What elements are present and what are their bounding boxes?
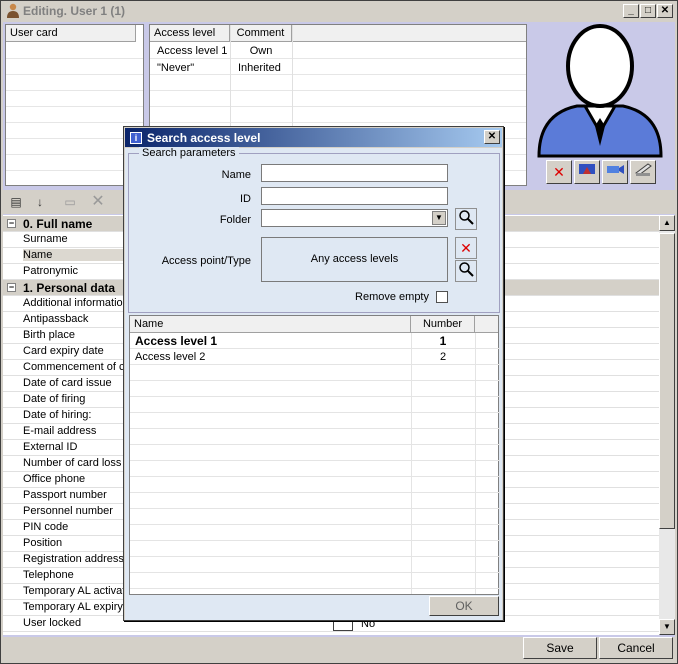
dialog-body: Search parameters Name ID Folder ▼ Acces…: [125, 147, 502, 620]
chevron-down-icon[interactable]: ▼: [432, 211, 446, 225]
name-input[interactable]: [261, 164, 448, 182]
dialog-title: Search access level: [147, 131, 261, 145]
id-label: ID: [240, 193, 251, 205]
number-column-header[interactable]: Number: [411, 316, 475, 333]
result-name: Access level 2: [135, 351, 206, 363]
camera-icon[interactable]: [602, 160, 628, 184]
search-access-level-dialog: i Search access level ✕ Search parameter…: [123, 126, 504, 621]
result-number: 1: [439, 334, 447, 348]
property-label: Position: [23, 537, 63, 549]
results-table: Name Number Access level 1 1 Access leve…: [129, 315, 500, 595]
access-level-column-header[interactable]: Access level: [150, 25, 230, 42]
vertical-scrollbar[interactable]: ▲ ▼: [659, 215, 675, 635]
property-label: Registration address: [23, 553, 123, 565]
property-label: Temporary AL activation: [23, 585, 123, 597]
property-label: PIN code: [23, 521, 69, 533]
access-level-cell[interactable]: "Never": [157, 62, 194, 74]
property-label: Personnel number: [23, 505, 113, 517]
property-label: Date of hiring:: [23, 409, 92, 421]
table-row[interactable]: Access level 2 2: [130, 349, 500, 365]
collapse-icon[interactable]: −: [7, 283, 16, 292]
property-label: E-mail address: [23, 425, 97, 437]
sort-az-icon[interactable]: ↓: [29, 192, 51, 212]
comment-cell: Own: [249, 45, 273, 57]
property-label: Commencement of card: [23, 361, 123, 373]
property-label: User locked: [23, 617, 82, 629]
scroll-thumb[interactable]: [659, 233, 675, 529]
comment-cell: Inherited: [238, 62, 281, 74]
load-photo-icon[interactable]: [574, 160, 600, 184]
property-label: Card expiry date: [23, 345, 104, 357]
bottom-bar: Save Cancel: [3, 637, 675, 661]
access-point-search-icon[interactable]: [455, 260, 477, 282]
property-label: Patronymic: [23, 265, 79, 277]
dialog-close-button[interactable]: ✕: [484, 130, 500, 144]
title-bar: Editing. User 1 (1) _ □ ✕: [1, 1, 677, 21]
ok-button[interactable]: OK: [429, 596, 499, 616]
close-button[interactable]: ✕: [657, 4, 673, 18]
delete-photo-icon[interactable]: ✕: [546, 160, 572, 184]
property-label: Additional information: [23, 297, 123, 309]
id-input[interactable]: [261, 187, 448, 205]
collapse-icon[interactable]: −: [7, 219, 16, 228]
access-level-cell[interactable]: Access level 1: [157, 45, 227, 57]
categorized-view-icon[interactable]: ▤: [5, 192, 27, 212]
scroll-up-icon[interactable]: ▲: [659, 215, 675, 231]
name-label: Name: [221, 169, 251, 181]
property-label: Number of card loss: [23, 457, 122, 469]
result-name: Access level 1: [135, 334, 218, 348]
properties-icon[interactable]: ▭: [59, 192, 81, 212]
search-parameters-legend: Search parameters: [139, 147, 239, 159]
property-label: Antipassback: [23, 313, 89, 325]
property-label: Date of firing: [23, 393, 86, 405]
property-label: Telephone: [23, 569, 74, 581]
access-point-field[interactable]: Any access levels: [261, 237, 448, 282]
name-column-header[interactable]: Name: [130, 316, 411, 333]
scanner-icon[interactable]: [630, 160, 656, 184]
table-row[interactable]: Access level 1 1: [130, 333, 500, 349]
clear-icon[interactable]: ✕: [87, 192, 109, 212]
minimize-button[interactable]: _: [623, 4, 639, 18]
property-label: Birth place: [23, 329, 75, 341]
property-label: Surname: [23, 233, 68, 245]
save-button[interactable]: Save: [523, 637, 597, 659]
property-label: Temporary AL expiry: [23, 601, 123, 613]
user-card-header[interactable]: User card: [6, 25, 136, 42]
property-label: Office phone: [23, 473, 86, 485]
dialog-title-bar: i Search access level ✕: [125, 128, 502, 147]
user-photo[interactable]: [529, 22, 671, 160]
scroll-down-icon[interactable]: ▼: [659, 619, 675, 635]
clear-access-point-icon[interactable]: ✕: [455, 237, 477, 259]
property-label: Name: [23, 249, 123, 261]
result-number: 2: [439, 351, 447, 363]
user-icon: [6, 3, 20, 18]
property-label: External ID: [23, 441, 78, 453]
info-icon: i: [130, 132, 142, 144]
folder-select[interactable]: ▼: [261, 209, 448, 227]
access-point-label: Access point/Type: [161, 255, 251, 267]
window-title: Editing. User 1 (1): [23, 4, 126, 18]
remove-empty-label: Remove empty: [355, 291, 429, 303]
cancel-button[interactable]: Cancel: [599, 637, 673, 659]
folder-label: Folder: [219, 214, 251, 226]
folder-search-icon[interactable]: [455, 208, 477, 230]
maximize-button[interactable]: □: [640, 4, 656, 18]
property-label: Date of card issue: [23, 377, 112, 389]
property-label: Passport number: [23, 489, 107, 501]
comment-column-header[interactable]: Comment: [230, 25, 292, 42]
remove-empty-checkbox[interactable]: [436, 291, 448, 303]
